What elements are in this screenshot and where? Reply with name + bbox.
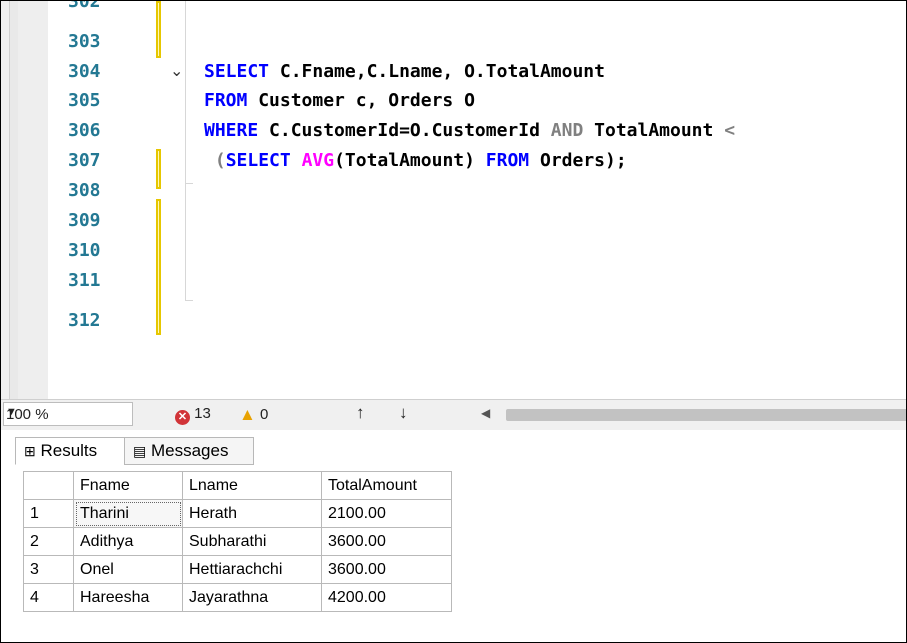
messages-icon: ▤ xyxy=(133,443,147,459)
table-cell[interactable]: Herath xyxy=(182,499,322,528)
code-fragment: TotalAmount xyxy=(583,120,725,141)
code-fragment: Orders); xyxy=(529,150,627,171)
row-number[interactable]: 1 xyxy=(23,499,74,528)
line-number: 312 xyxy=(68,310,101,331)
keyword: SELECT xyxy=(225,150,291,171)
table-cell[interactable]: Subharathi xyxy=(182,527,322,556)
code-fragment: Customer c, Orders O xyxy=(247,90,475,111)
code-fragment: (TotalAmount) xyxy=(334,150,486,171)
code-line: 309 xyxy=(18,206,906,236)
table-cell[interactable]: Adithya xyxy=(73,527,183,556)
grid-header-row: Fname Lname TotalAmount xyxy=(23,471,452,500)
code-fragment xyxy=(291,150,302,171)
error-count: 13 xyxy=(194,405,211,422)
line-number: 307 xyxy=(68,150,101,171)
row-number[interactable]: 3 xyxy=(23,555,74,584)
code-line[interactable]: 305 FROM Customer c, Orders O xyxy=(18,86,906,116)
table-row[interactable]: 2 Adithya Subharathi 3600.00 xyxy=(23,527,452,556)
code-line: 311 xyxy=(18,266,906,296)
line-number: 304 xyxy=(68,61,101,82)
tab-messages[interactable]: ▤ Messages xyxy=(124,437,254,465)
code-fragment: ( xyxy=(204,150,226,171)
code-text[interactable]: (SELECT AVG(TotalAmount) FROM Orders); xyxy=(204,146,627,176)
row-number[interactable]: 2 xyxy=(23,527,74,556)
code-text[interactable]: SELECT C.Fname,C.Lname, O.TotalAmount xyxy=(204,57,605,87)
code-text[interactable]: WHERE C.CustomerId=O.CustomerId AND Tota… xyxy=(204,116,735,146)
grid-icon: ⊞ xyxy=(24,443,36,459)
code-line[interactable]: 306 WHERE C.CustomerId=O.CustomerId AND … xyxy=(18,116,906,146)
table-cell[interactable]: 3600.00 xyxy=(321,555,452,584)
line-number: 310 xyxy=(68,240,101,261)
table-cell[interactable]: Hareesha xyxy=(73,583,183,612)
operator: < xyxy=(724,120,736,141)
code-fragment: C.CustomerId=O.CustomerId xyxy=(258,120,551,141)
fold-guide-end xyxy=(185,300,193,301)
code-line: 312 xyxy=(18,306,906,336)
chevron-down-icon[interactable]: ▼ xyxy=(6,406,126,418)
code-line: 308 xyxy=(18,176,906,206)
editor-status-bar: 100 % ▼ ✕ 13 ▲ 0 ↑ ↓ ◀ xyxy=(1,399,906,431)
keyword: FROM xyxy=(204,90,248,111)
table-cell[interactable]: Hettiarachchi xyxy=(182,555,322,584)
line-number: 306 xyxy=(68,120,101,141)
row-number-header[interactable] xyxy=(23,471,74,500)
line-number: 311 xyxy=(68,270,101,291)
zoom-select[interactable]: 100 % ▼ xyxy=(3,402,133,426)
horizontal-scrollbar-thumb[interactable] xyxy=(506,409,906,421)
code-line[interactable]: 307 (SELECT AVG(TotalAmount) FROM Orders… xyxy=(18,146,906,176)
table-cell[interactable]: Jayarathna xyxy=(182,583,322,612)
results-grid[interactable]: Fname Lname TotalAmount 1 Tharini Herath… xyxy=(23,471,452,612)
table-cell[interactable]: 2100.00 xyxy=(321,499,452,528)
code-text[interactable]: FROM Customer c, Orders O xyxy=(204,86,475,116)
results-pane: ⊞ Results ▤ Messages Fname Lname TotalAm… xyxy=(1,430,906,642)
keyword: FROM xyxy=(485,150,530,171)
column-header[interactable]: Fname xyxy=(73,471,183,500)
keyword: WHERE xyxy=(204,120,259,141)
code-line: 302 xyxy=(18,0,906,17)
scroll-left-icon[interactable]: ◀ xyxy=(481,406,490,420)
collapse-chevron-icon[interactable]: ⌄ xyxy=(170,57,183,87)
line-number: 303 xyxy=(68,31,101,52)
arrow-down-icon[interactable]: ↓ xyxy=(399,403,408,423)
code-line[interactable]: 304 ⌄ SELECT C.Fname,C.Lname, O.TotalAmo… xyxy=(18,57,906,87)
ssms-window: 302 303 304 ⌄ SELECT C.Fname,C.Lname, O.… xyxy=(0,0,907,643)
code-line: 310 xyxy=(18,236,906,266)
tab-label: Results xyxy=(40,441,98,460)
error-indicator[interactable]: ✕ 13 xyxy=(175,405,211,425)
table-cell[interactable]: 4200.00 xyxy=(321,583,452,612)
warning-count: 0 xyxy=(260,406,269,423)
line-number: 309 xyxy=(68,210,101,231)
table-cell[interactable]: 3600.00 xyxy=(321,527,452,556)
arrow-up-icon[interactable]: ↑ xyxy=(356,403,365,423)
query-editor[interactable]: 302 303 304 ⌄ SELECT C.Fname,C.Lname, O.… xyxy=(18,1,906,399)
column-header[interactable]: Lname xyxy=(182,471,322,500)
warning-icon: ▲ xyxy=(239,405,256,424)
warning-indicator[interactable]: ▲ 0 xyxy=(239,405,268,425)
line-number: 305 xyxy=(68,90,101,111)
table-row[interactable]: 1 Tharini Herath 2100.00 xyxy=(23,499,452,528)
code-line: 303 xyxy=(18,27,906,57)
row-number[interactable]: 4 xyxy=(23,583,74,612)
tab-results[interactable]: ⊞ Results xyxy=(15,437,125,465)
tab-label: Messages xyxy=(150,441,229,460)
line-number: 308 xyxy=(68,180,101,201)
function-name: AVG xyxy=(301,150,335,171)
table-cell[interactable]: Onel xyxy=(73,555,183,584)
table-row[interactable]: 4 Hareesha Jayarathna 4200.00 xyxy=(23,583,452,612)
keyword: SELECT xyxy=(204,61,270,82)
code-fragment: C.Fname,C.Lname, O.TotalAmount xyxy=(269,61,605,82)
table-row[interactable]: 3 Onel Hettiarachchi 3600.00 xyxy=(23,555,452,584)
error-icon: ✕ xyxy=(175,410,190,425)
table-cell[interactable]: Tharini xyxy=(73,499,183,528)
operator-keyword: AND xyxy=(550,120,584,141)
column-header[interactable]: TotalAmount xyxy=(321,471,452,500)
line-number: 302 xyxy=(68,0,101,12)
